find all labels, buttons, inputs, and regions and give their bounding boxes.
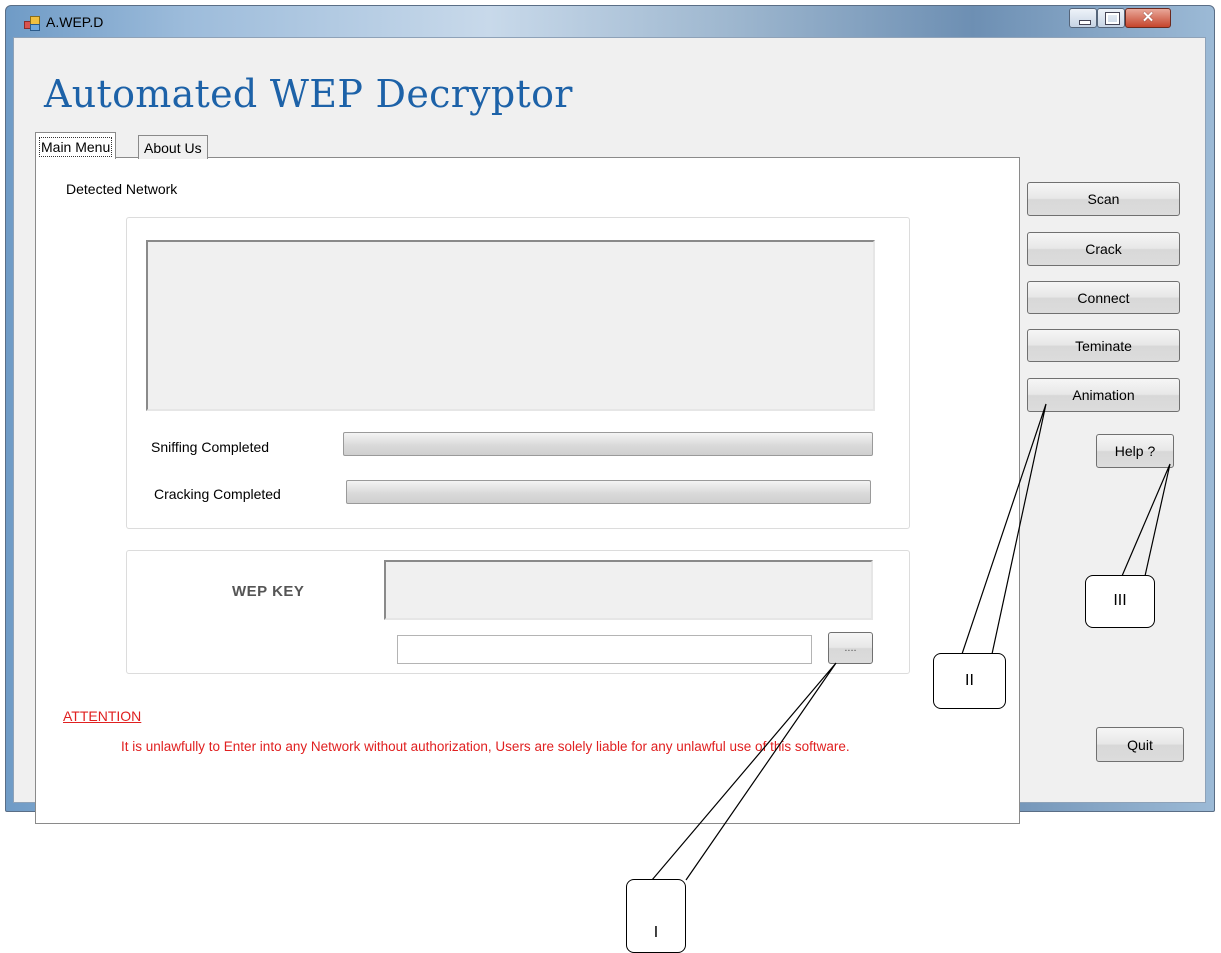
minimize-button[interactable]: [1069, 8, 1097, 28]
title-bar[interactable]: A.WEP.D ✕: [6, 6, 1214, 38]
close-button[interactable]: ✕: [1125, 8, 1171, 28]
tab-main-menu[interactable]: Main Menu: [35, 132, 117, 159]
warning-text: It is unlawfully to Enter into any Netwo…: [121, 739, 850, 754]
browse-button[interactable]: ....: [828, 632, 873, 664]
connect-button[interactable]: Connect: [1027, 281, 1180, 314]
crack-button[interactable]: Crack: [1027, 232, 1180, 266]
tab-main-menu-label: Main Menu: [38, 137, 113, 157]
window-title: A.WEP.D: [46, 14, 104, 30]
wep-key-display: [384, 560, 873, 620]
wep-key-label: WEP KEY: [232, 583, 305, 600]
app-icon: [24, 16, 40, 31]
sniffing-progress-bar: [343, 432, 873, 456]
cracking-progress-bar: [346, 480, 871, 504]
terminate-button[interactable]: Teminate: [1027, 329, 1180, 362]
client-area: Automated WEP Decryptor Detected Network…: [13, 37, 1206, 824]
detected-network-label: Detected Network: [66, 181, 178, 197]
maximize-icon: [1105, 12, 1120, 25]
app-heading: Automated WEP Decryptor: [44, 72, 573, 116]
detected-network-list[interactable]: [146, 240, 875, 411]
tab-about-us-label: About Us: [144, 140, 202, 156]
tab-about-us[interactable]: About Us: [138, 135, 208, 159]
quit-button[interactable]: Quit: [1096, 727, 1184, 762]
animation-button[interactable]: Animation: [1027, 378, 1180, 412]
main-menu-panel: Detected Network Sniffing Completed Crac…: [35, 157, 1020, 824]
callout-ii: II: [933, 653, 1006, 709]
callout-i: I: [626, 879, 686, 953]
cracking-label: Cracking Completed: [154, 486, 281, 502]
scan-button[interactable]: Scan: [1027, 182, 1180, 216]
minimize-icon: [1079, 20, 1091, 25]
key-path-input[interactable]: [397, 635, 812, 664]
help-button[interactable]: Help ?: [1096, 434, 1174, 468]
callout-iii: III: [1085, 575, 1155, 628]
attention-label: ATTENTION: [63, 708, 142, 724]
sniffing-label: Sniffing Completed: [151, 439, 270, 455]
close-icon: ✕: [1141, 9, 1155, 26]
maximize-button[interactable]: [1097, 8, 1125, 28]
